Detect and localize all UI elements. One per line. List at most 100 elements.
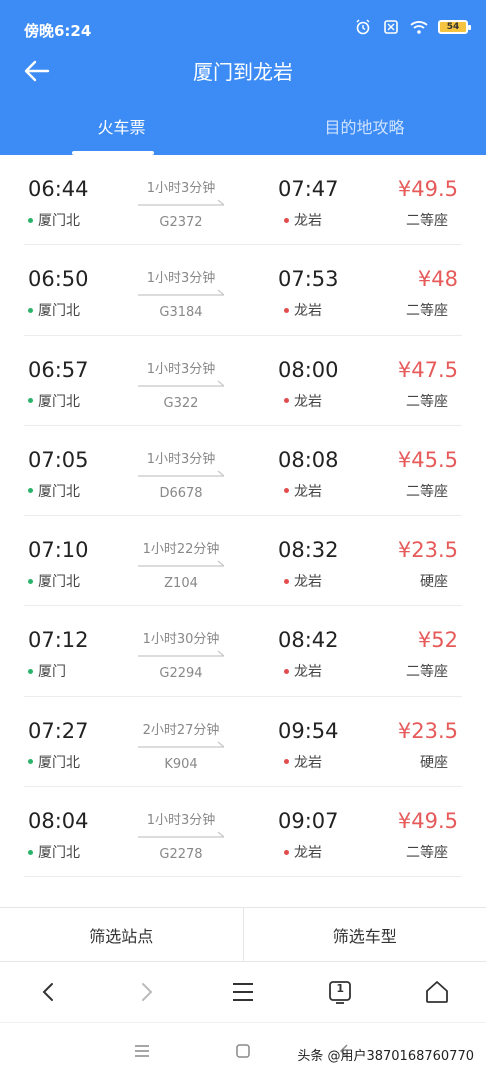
browser-tabs-button[interactable]: 1 [320,972,360,1012]
arrival-station: 龙岩 [284,571,322,591]
menu-icon [232,983,253,1001]
arrival-time: 08:42 [278,628,339,653]
nav-forward-icon [141,983,153,1001]
departure-time: 07:05 [28,447,89,472]
departure-station-label: 厦门北 [38,845,80,862]
travel-duration: 1小时3分钟 [146,181,216,196]
arrival-station-label: 龙岩 [294,845,322,862]
ticket-price: ¥52 [417,628,458,653]
arrival-time: 07:47 [278,177,339,201]
arrival-station-label: 龙岩 [294,393,322,410]
train-number: D6678 [159,485,203,501]
arrival-dot-icon [284,398,289,404]
train-row[interactable]: 06:57 厦门北 1小时3分钟 G322 08:00 龙岩 ¥47.5 二等座 [24,336,462,426]
arrival-dot-icon [284,217,289,223]
tab-count: 1 [336,982,344,995]
departure-station-label: 厦门北 [38,483,80,500]
right-arrow-icon [138,831,225,838]
arrival-station: 龙岩 [284,481,322,501]
nav-back-icon [42,983,53,1001]
ticket-price: ¥48 [417,267,458,292]
train-row[interactable]: 08:04 厦门北 1小时3分钟 G2278 09:07 龙岩 ¥49.5 二等… [24,787,462,878]
page-title: 厦门到龙岩 [193,60,293,84]
departure-station-label: 厦门北 [38,754,80,771]
browser-back-button[interactable] [29,972,69,1012]
train-number: K904 [164,756,198,772]
arrival-time: 07:53 [278,267,339,292]
travel-duration: 1小时3分钟 [146,451,216,467]
arrival-dot-icon [284,759,289,765]
train-number: G2278 [159,847,203,863]
right-arrow-icon [138,380,225,387]
browser-home-button[interactable] [417,972,457,1012]
departure-dot-icon [28,217,33,223]
departure-station-label: 厦门北 [38,393,80,410]
travel-duration: 1小时3分钟 [146,271,216,287]
arrival-dot-icon [284,488,289,494]
train-row[interactable]: 07:27 厦门北 2小时27分钟 K904 09:54 龙岩 ¥23.5 硬座 [24,697,462,788]
filter-bar: 筛选站点 筛选车型 [0,907,486,962]
departure-station: 厦门北 [28,752,80,772]
ticket-price: ¥45.5 [397,447,458,472]
departure-station: 厦门 [28,661,66,681]
browser-toolbar: 1 [0,962,486,1022]
train-row[interactable]: 07:10 厦门北 1小时22分钟 Z104 08:32 龙岩 ¥23.5 硬座 [24,516,462,607]
arrival-time: 09:54 [278,718,339,743]
train-number: Z104 [164,576,198,592]
travel-duration: 1小时3分钟 [146,813,216,829]
arrival-time: 08:32 [278,538,339,563]
arrival-dot-icon [284,849,289,855]
tab-train-tickets[interactable]: 火车票 [0,108,243,155]
status-icons: 54 [354,18,471,36]
train-row[interactable]: 06:44 厦门北 1小时3分钟 G2372 07:47 龙岩 ¥49.5 二等… [24,155,462,246]
departure-station: 厦门北 [28,481,80,501]
watermark: 头条 @用户3870168760770 [297,1049,474,1064]
train-row[interactable]: 07:12 厦门 1小时30分钟 G2294 08:42 龙岩 ¥52 二等座 [24,606,462,697]
sim-icon [382,18,400,36]
seat-type: 二等座 [406,845,448,862]
train-row[interactable]: 07:05 厦门北 1小时3分钟 D6678 08:08 龙岩 ¥45.5 二等… [24,426,462,517]
train-number: G2372 [159,215,203,230]
departure-time: 06:57 [28,357,89,382]
departure-station: 厦门北 [28,571,80,591]
arrival-station: 龙岩 [284,752,322,772]
ticket-price: ¥47.5 [397,357,458,382]
app-header: 傍晚6:24 54 厦门到龙岩 火车票 目的地攻略 [0,0,486,155]
filter-station-button[interactable]: 筛选站点 [0,908,243,961]
right-arrow-icon [138,651,225,658]
departure-station-label: 厦门北 [38,574,80,591]
departure-dot-icon [28,849,33,855]
arrival-station: 龙岩 [284,300,322,320]
departure-time: 07:10 [28,538,89,563]
travel-duration: 1小时22分钟 [142,542,220,558]
browser-forward-button[interactable] [126,972,166,1012]
departure-time: 06:50 [28,267,89,292]
wifi-icon [410,18,428,36]
departure-station: 厦门北 [28,300,80,320]
right-arrow-icon [138,560,225,567]
right-arrow-icon [138,289,225,296]
alarm-icon [354,18,372,36]
departure-station-label: 厦门 [38,664,66,681]
train-row[interactable]: 06:50 厦门北 1小时3分钟 G3184 07:53 龙岩 ¥48 二等座 [24,245,462,336]
seat-type: 硬座 [420,574,448,591]
right-arrow-icon [138,470,225,477]
system-menu-button[interactable] [128,1037,156,1065]
departure-time: 08:04 [28,809,89,834]
ticket-price: ¥23.5 [397,718,458,743]
arrival-station-label: 龙岩 [294,664,322,681]
ticket-price: ¥49.5 [397,809,458,834]
system-nav-bar: 头条 @用户3870168760770 [0,1022,486,1080]
arrival-station-label: 龙岩 [294,483,322,500]
departure-station: 厦门北 [28,210,80,230]
browser-menu-button[interactable] [223,972,263,1012]
tab-destination-guide[interactable]: 目的地攻略 [243,108,486,155]
system-home-button[interactable] [229,1037,257,1065]
departure-dot-icon [28,398,33,404]
arrival-time: 08:00 [278,357,339,382]
departure-dot-icon [28,578,33,584]
train-number: G3184 [159,305,203,321]
arrival-time: 09:07 [278,809,339,834]
filter-train-type-button[interactable]: 筛选车型 [242,908,486,961]
home-icon [426,981,449,1003]
